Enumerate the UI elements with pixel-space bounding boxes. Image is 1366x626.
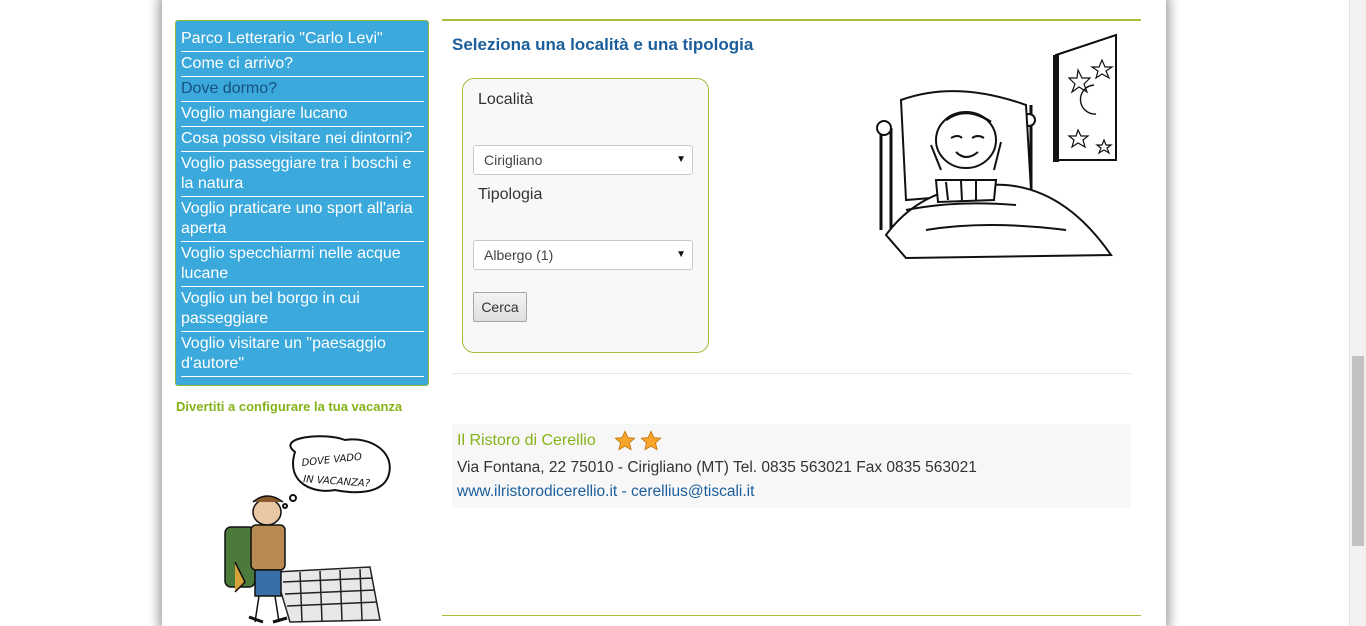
scrollbar-thumb[interactable] xyxy=(1352,356,1364,546)
localita-select[interactable]: Cirigliano ▼ xyxy=(473,145,693,175)
sidebar-item-acque[interactable]: Voglio specchiarmi nelle acque lucane xyxy=(181,242,424,287)
sleeping-man-illustration xyxy=(876,33,1117,260)
tipologia-select[interactable]: Albergo (1) ▼ xyxy=(473,240,693,270)
result-address: Via Fontana, 22 75010 - Cirigliano (MT) … xyxy=(457,459,977,476)
content-bottom-rule xyxy=(442,615,1141,616)
sidebar-item-boschi[interactable]: Voglio passeggiare tra i boschi e la nat… xyxy=(181,152,424,197)
star-icon xyxy=(614,430,636,451)
sidebar-item-dintorni[interactable]: Cosa posso visitare nei dintorni? xyxy=(181,127,424,152)
content-top-rule xyxy=(442,19,1141,21)
search-form: Località Cirigliano ▼ Tipologia Albergo … xyxy=(462,78,709,353)
sidebar-item-paesaggio[interactable]: Voglio visitare un "paesaggio d'autore" xyxy=(181,332,424,377)
result-links: www.ilristorodicerellio.it - cerellius@t… xyxy=(457,483,754,501)
chevron-down-icon: ▼ xyxy=(676,249,686,260)
star-rating xyxy=(614,430,662,452)
link-separator: - xyxy=(617,483,631,500)
localita-select-value: Cirigliano xyxy=(484,152,543,168)
localita-label: Località xyxy=(478,91,534,108)
tipologia-select-value: Albergo (1) xyxy=(484,247,554,263)
sidebar-item-come-ci-arrivo[interactable]: Come ci arrivo? xyxy=(181,52,424,77)
sidebar-item-sport[interactable]: Voglio praticare uno sport all'aria aper… xyxy=(181,197,424,242)
sidebar-item-mangiare[interactable]: Voglio mangiare lucano xyxy=(181,102,424,127)
search-button[interactable]: Cerca xyxy=(473,292,527,322)
content-divider xyxy=(452,373,1131,374)
page-title: Seleziona una località e una tipologia xyxy=(452,35,754,54)
sidebar-nav: Parco Letterario "Carlo Levi" Come ci ar… xyxy=(175,20,429,386)
website-link[interactable]: www.ilristorodicerellio.it xyxy=(457,483,617,500)
vertical-scrollbar[interactable] xyxy=(1349,0,1366,626)
sidebar-item-parco-letterario[interactable]: Parco Letterario "Carlo Levi" xyxy=(181,27,424,52)
sidebar-item-dove-dormo[interactable]: Dove dormo? xyxy=(181,77,424,102)
email-link[interactable]: cerellius@tiscali.it xyxy=(631,483,754,500)
star-icon xyxy=(640,430,662,451)
chevron-down-icon: ▼ xyxy=(676,154,686,165)
result-name-link[interactable]: Il Ristoro di Cerellio xyxy=(457,432,596,450)
tipologia-label: Tipologia xyxy=(478,186,543,203)
result-item: Il Ristoro di Cerellio Via Fontana, 22 7… xyxy=(452,424,1131,508)
traveler-illustration[interactable]: DOVE VADO IN VACANZA? xyxy=(205,432,405,626)
promo-title[interactable]: Divertiti a configurare la tua vacanza xyxy=(176,399,402,414)
sidebar-item-borgo[interactable]: Voglio un bel borgo in cui passeggiare xyxy=(181,287,424,332)
